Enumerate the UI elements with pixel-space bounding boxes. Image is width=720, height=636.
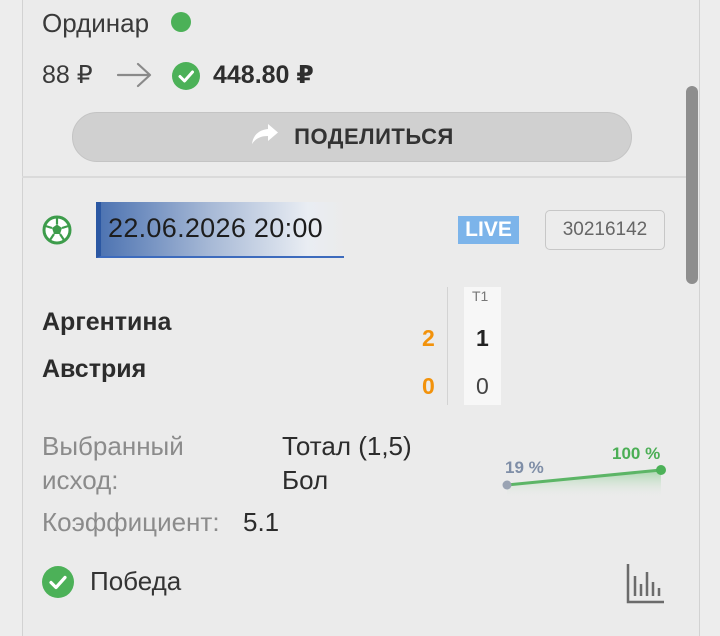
coefficient-value: 5.1 (243, 507, 280, 537)
team-away-period-score: 0 (476, 373, 489, 399)
team-away-name: Австрия (42, 355, 147, 383)
team-home-score: 2 (422, 325, 435, 351)
scrollbar-thumb[interactable] (686, 86, 698, 284)
status-dot-icon (171, 12, 191, 32)
stake-amount: 88 ₽ (42, 61, 93, 89)
event-datetime: 22.06.2026 20:00 (108, 213, 323, 243)
check-circle-icon (172, 62, 200, 90)
arrow-right-icon (116, 60, 154, 90)
win-amount: 448.80 ₽ (213, 61, 314, 89)
event-id-badge[interactable]: 30216142 (545, 210, 665, 250)
result-check-icon (42, 566, 74, 598)
coefficient-label: Коэффициент: (42, 507, 220, 537)
bet-result: Победа (90, 566, 182, 596)
selected-outcome-label: Выбранный исход: (42, 431, 184, 495)
probability-trend-chart (500, 462, 670, 498)
soccer-ball-icon (42, 215, 72, 245)
bar-chart-icon[interactable] (625, 562, 665, 604)
share-icon (250, 122, 280, 152)
period-header: T1 (472, 288, 489, 304)
trend-end-percent: 100 % (612, 444, 661, 463)
team-away-score: 0 (422, 373, 435, 399)
team-home-period-score: 1 (476, 325, 489, 351)
share-button-label: ПОДЕЛИТЬСЯ (294, 124, 454, 149)
score-separator (447, 287, 448, 405)
bet-type-label: Ординар (42, 8, 150, 38)
section-divider (22, 176, 698, 178)
team-home-name: Аргентина (42, 308, 172, 336)
share-button[interactable]: ПОДЕЛИТЬСЯ (72, 112, 632, 162)
live-badge: LIVE (458, 216, 519, 244)
selected-outcome-value: Тотал (1,5) Бол (282, 431, 412, 495)
